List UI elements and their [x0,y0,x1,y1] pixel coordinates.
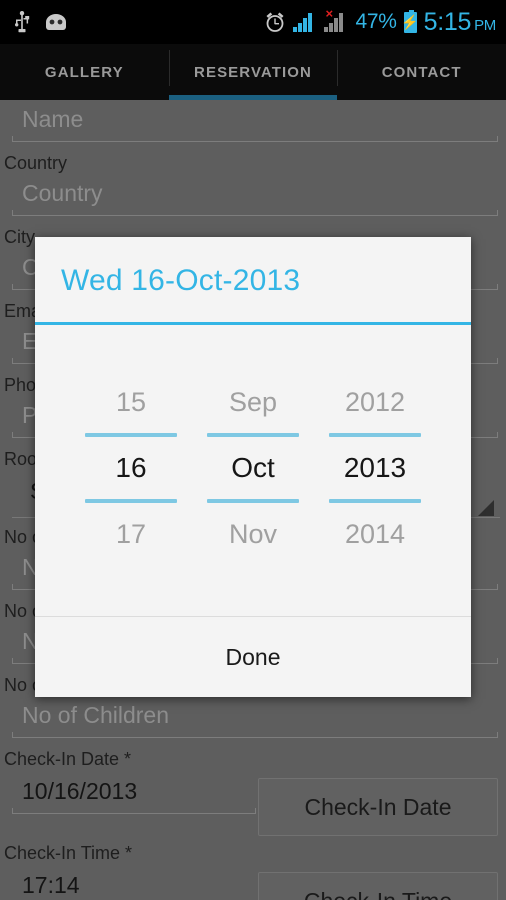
date-picker-header: Wed 16-Oct-2013 [35,237,471,325]
month-spinner[interactable]: Sep Oct Nov [192,371,314,565]
day-spinner[interactable]: 15 16 17 [70,371,192,565]
checkin-date-field[interactable]: 10/16/2013 [12,776,256,820]
clock-ampm: PM [474,16,496,34]
year-next-value[interactable]: 2014 [345,503,405,565]
checkin-time-row: 17:14 Check-In Time [0,870,506,900]
children-underline [12,732,498,738]
checkin-date-input-wrap: 10/16/2013 [12,776,256,838]
tab-reservation-label: RESERVATION [194,63,312,81]
checkin-date-row: 10/16/2013 Check-In Date [0,776,506,838]
android-face-icon [44,13,68,31]
status-bar-right-icons: × 47% ⚡ 5:15 PM [264,7,497,37]
checkin-time-label: Check-In Time * [4,843,133,863]
status-bar-clock: 5:15 PM [423,7,497,37]
date-picker-dialog: Wed 16-Oct-2013 15 16 17 Sep Oct Nov 201… [35,237,471,697]
tab-gallery-label: GALLERY [44,63,124,81]
date-picker-header-divider [35,322,471,325]
checkin-date-button-label: Check-In Date [304,793,452,820]
country-underline [12,210,498,216]
no-service-x-icon: × [325,6,334,21]
checkin-time-button[interactable]: Check-In Time [258,872,498,900]
spinner-triangle-icon [478,500,494,516]
country-field[interactable]: Country [12,178,498,222]
year-prev-value[interactable]: 2012 [345,371,405,433]
month-prev-value[interactable]: Sep [229,371,277,433]
day-prev-value[interactable]: 15 [116,371,146,433]
month-next-value[interactable]: Nov [229,503,277,565]
alarm-icon [264,11,286,33]
checkin-date-underline [12,808,256,814]
day-selected-value[interactable]: 16 [115,437,146,499]
name-underline [12,136,498,142]
name-field[interactable]: Name [12,104,498,148]
checkin-time-button-label: Check-In Time [304,888,452,900]
android-screen: × 47% ⚡ 5:15 PM GALLERY RESERVATION CONTA… [0,0,506,900]
year-spinner[interactable]: 2012 2013 2014 [314,371,436,565]
charging-bolt-icon: ⚡ [401,14,419,30]
date-picker-title: Wed 16-Oct-2013 [61,264,301,297]
day-next-value[interactable]: 17 [116,503,146,565]
tab-contact-label: CONTACT [381,63,462,81]
checkin-time-input-wrap: 17:14 [12,870,256,900]
children-placeholder: No of Children [22,702,170,728]
month-selected-value[interactable]: Oct [231,437,275,499]
clock-time: 5:15 [423,7,472,36]
tab-contact[interactable]: CONTACT [337,44,506,100]
name-placeholder: Name [22,106,84,132]
tab-bar: GALLERY RESERVATION CONTACT [0,44,506,100]
children-field[interactable]: No of Children [12,700,498,744]
checkin-date-label: Check-In Date * [4,749,132,769]
signal-bars-no-service-icon: × [324,7,348,32]
checkin-time-field[interactable]: 17:14 [12,870,256,900]
country-placeholder: Country [22,180,103,206]
status-bar: × 47% ⚡ 5:15 PM [0,0,506,44]
tab-gallery[interactable]: GALLERY [0,44,169,100]
tab-reservation[interactable]: RESERVATION [168,44,338,100]
battery-charging-icon: ⚡ [401,9,419,33]
date-picker-spinners: 15 16 17 Sep Oct Nov 2012 2013 2014 [35,325,471,611]
checkin-date-value: 10/16/2013 [22,778,138,804]
battery-percent-label: 47% [355,10,397,33]
checkin-time-value: 17:14 [22,872,80,898]
signal-bars-icon [293,12,317,32]
status-bar-left-icons [14,11,68,33]
checkin-date-button[interactable]: Check-In Date [258,778,498,836]
date-picker-footer: Done [35,616,471,697]
usb-icon [14,11,30,33]
year-selected-value[interactable]: 2013 [344,437,406,499]
done-button[interactable]: Done [226,644,281,671]
country-label: Country [4,153,68,173]
